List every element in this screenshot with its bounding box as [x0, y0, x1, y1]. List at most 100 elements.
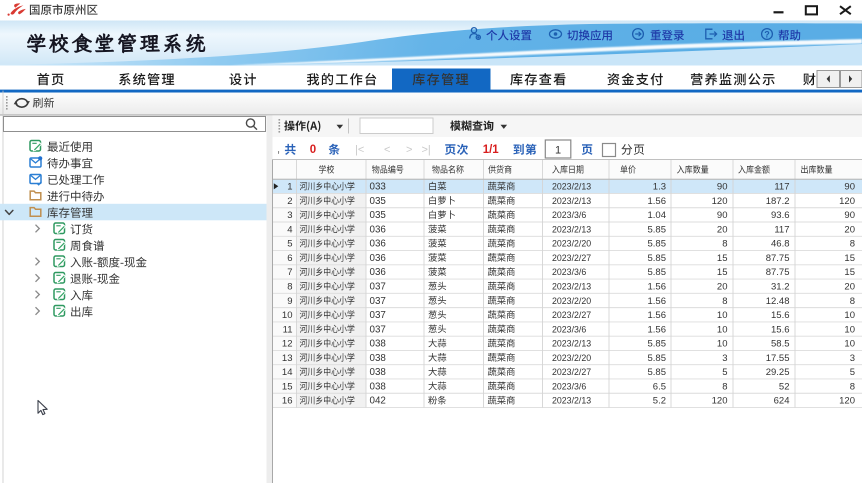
- svg-text:120: 120: [712, 396, 728, 407]
- svg-text:6: 6: [287, 253, 292, 264]
- svg-text:1/1: 1/1: [483, 144, 500, 156]
- svg-text:17.55: 17.55: [766, 353, 790, 364]
- svg-text:2023/3/6: 2023/3/6: [552, 324, 586, 334]
- svg-text:2023/2/13: 2023/2/13: [552, 339, 591, 349]
- svg-text:037: 037: [370, 310, 386, 321]
- svg-text:10: 10: [717, 310, 728, 321]
- svg-text:1.56: 1.56: [648, 281, 667, 292]
- svg-text:20: 20: [844, 224, 855, 235]
- svg-text:1.56: 1.56: [648, 296, 667, 307]
- svg-text:033: 033: [370, 182, 387, 193]
- svg-text:3: 3: [287, 210, 292, 221]
- svg-text:5: 5: [850, 367, 855, 378]
- svg-text:20: 20: [717, 224, 728, 235]
- svg-text:1.3: 1.3: [653, 182, 666, 193]
- svg-text:15.6: 15.6: [771, 310, 790, 321]
- svg-text:036: 036: [370, 267, 387, 278]
- svg-text:10: 10: [844, 324, 855, 335]
- svg-text:1.56: 1.56: [648, 310, 667, 321]
- svg-text:2: 2: [287, 196, 292, 207]
- svg-text:90: 90: [717, 210, 728, 221]
- svg-text:10: 10: [844, 310, 855, 321]
- svg-text:10: 10: [282, 310, 293, 321]
- svg-text:117: 117: [774, 224, 789, 235]
- svg-text:58.5: 58.5: [771, 339, 790, 350]
- svg-text:10: 10: [717, 339, 728, 350]
- svg-text:042: 042: [370, 396, 386, 407]
- svg-text:037: 037: [370, 324, 386, 335]
- svg-text:15: 15: [717, 267, 728, 278]
- svg-text:31.2: 31.2: [771, 281, 790, 292]
- svg-text:038: 038: [370, 339, 387, 350]
- svg-text:1.04: 1.04: [648, 210, 667, 221]
- svg-text:0: 0: [310, 144, 316, 156]
- svg-text:11: 11: [283, 324, 293, 335]
- svg-text:46.8: 46.8: [771, 239, 790, 250]
- svg-text:9: 9: [287, 296, 292, 307]
- svg-text:8: 8: [722, 381, 727, 392]
- svg-text:93.6: 93.6: [771, 210, 790, 221]
- svg-text:,: ,: [277, 144, 280, 156]
- svg-text:8: 8: [850, 239, 855, 250]
- svg-text:038: 038: [370, 353, 387, 364]
- svg-text:12.48: 12.48: [766, 296, 790, 307]
- svg-text:5.85: 5.85: [648, 239, 667, 250]
- svg-text:4: 4: [287, 224, 292, 235]
- svg-text:035: 035: [370, 196, 387, 207]
- svg-text:20: 20: [717, 281, 728, 292]
- svg-text:>|: >|: [422, 144, 431, 156]
- svg-text:15: 15: [282, 381, 293, 392]
- svg-text:8: 8: [850, 296, 855, 307]
- svg-text:036: 036: [370, 224, 387, 235]
- svg-text:5.85: 5.85: [648, 339, 667, 350]
- svg-text:5.85: 5.85: [648, 253, 667, 264]
- svg-text:8: 8: [722, 296, 727, 307]
- svg-text:2023/2/27: 2023/2/27: [552, 253, 591, 263]
- svg-text:036: 036: [370, 253, 387, 264]
- svg-text:?: ?: [764, 29, 770, 39]
- svg-text:87.75: 87.75: [766, 267, 790, 278]
- svg-text:10: 10: [844, 339, 855, 350]
- svg-text:120: 120: [839, 196, 855, 207]
- svg-text:90: 90: [844, 210, 855, 221]
- svg-text:2023/2/13: 2023/2/13: [552, 396, 591, 406]
- svg-text:038: 038: [370, 381, 387, 392]
- svg-text:1.56: 1.56: [648, 196, 667, 207]
- svg-text:90: 90: [844, 182, 855, 193]
- svg-text:8: 8: [722, 239, 727, 250]
- svg-text:12: 12: [282, 339, 293, 350]
- svg-text:2023/2/20: 2023/2/20: [552, 239, 591, 249]
- svg-text:2023/3/6: 2023/3/6: [552, 210, 586, 220]
- svg-text:2023/2/13: 2023/2/13: [552, 224, 591, 234]
- svg-text:<: <: [384, 144, 390, 156]
- svg-text:1: 1: [287, 182, 292, 193]
- svg-text:187.2: 187.2: [766, 196, 790, 207]
- svg-text:036: 036: [370, 239, 387, 250]
- svg-text:29.25: 29.25: [766, 367, 790, 378]
- svg-text:14: 14: [282, 367, 293, 378]
- svg-text:2023/2/20: 2023/2/20: [552, 353, 591, 363]
- svg-text:1: 1: [555, 145, 561, 157]
- svg-text:6.5: 6.5: [653, 381, 666, 392]
- svg-text:120: 120: [712, 196, 728, 207]
- svg-text:120: 120: [839, 396, 855, 407]
- svg-text:2023/2/13: 2023/2/13: [552, 281, 591, 291]
- svg-text:10: 10: [717, 324, 728, 335]
- svg-text:|<: |<: [355, 144, 364, 156]
- svg-text:90: 90: [717, 182, 728, 193]
- svg-text:038: 038: [370, 367, 387, 378]
- svg-text:624: 624: [774, 396, 790, 407]
- svg-text:037: 037: [370, 281, 386, 292]
- svg-text:15: 15: [717, 253, 728, 264]
- svg-text:15.6: 15.6: [771, 324, 790, 335]
- svg-text:5.2: 5.2: [653, 396, 666, 407]
- svg-text:3: 3: [722, 353, 727, 364]
- svg-text:2023/2/13: 2023/2/13: [552, 196, 591, 206]
- svg-text:15: 15: [844, 267, 855, 278]
- svg-text:1.56: 1.56: [648, 324, 667, 335]
- svg-text:5: 5: [287, 239, 292, 250]
- svg-text:16: 16: [282, 396, 293, 407]
- svg-text:7: 7: [287, 267, 292, 278]
- svg-text:2023/2/13: 2023/2/13: [552, 182, 591, 192]
- svg-text:5.85: 5.85: [648, 367, 667, 378]
